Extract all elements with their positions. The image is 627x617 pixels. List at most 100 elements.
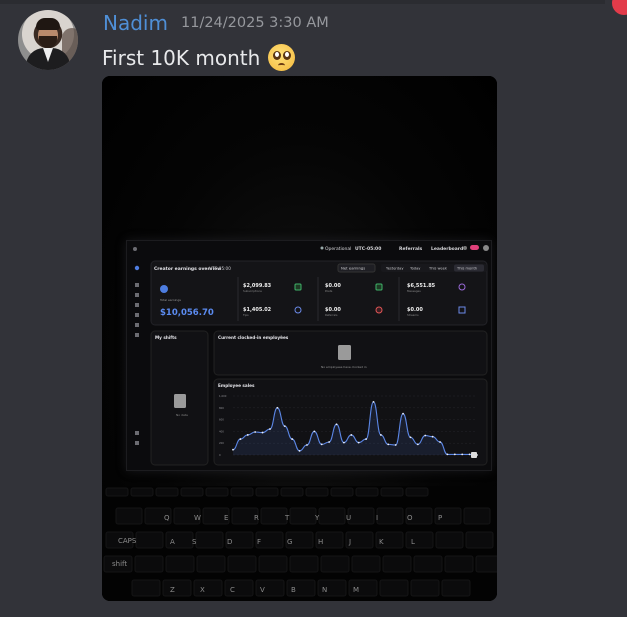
posts-icon: [375, 283, 383, 291]
topbar-status: Operational: [325, 246, 351, 252]
referrals-icon: [375, 306, 383, 314]
keyboard-key: [280, 487, 304, 497]
chart-point: [246, 434, 249, 436]
avatar[interactable]: [18, 10, 78, 70]
sidebar-item-icon: [135, 323, 139, 327]
keyboard-key: [405, 487, 429, 497]
key-h: H: [318, 538, 323, 546]
key-p: P: [438, 514, 442, 522]
chart-point: [446, 453, 449, 456]
keyboard-key: [410, 579, 440, 597]
key-d: D: [227, 538, 232, 546]
chart-point: [379, 434, 382, 436]
chart-point: [394, 444, 397, 446]
range-tab-this-month[interactable]: This month: [456, 267, 477, 271]
sidebar-icons: [133, 247, 140, 445]
avatar-beard: [39, 36, 57, 48]
keyboard-key: [135, 531, 164, 549]
chart-point: [439, 441, 441, 443]
chart-point: [365, 438, 367, 440]
laptop-screen: Operational UTC-05:00 Referrals Leaderbo…: [126, 240, 492, 471]
clocked-in-count: 0: [280, 335, 283, 340]
keyboard-key: [289, 555, 319, 573]
keyboard-key: [305, 487, 329, 497]
chart-point: [298, 449, 301, 452]
chart-point: [453, 453, 456, 456]
keyboard-key: [441, 579, 471, 597]
avatar-hair: [36, 18, 60, 30]
keyboard-key: [330, 487, 354, 497]
key-caps-label: CAPS: [118, 537, 137, 545]
keyboard-key: [347, 507, 375, 525]
key-r: R: [254, 514, 259, 522]
key-c: C: [230, 586, 235, 594]
menu-icon: [133, 247, 137, 251]
range-tab-today[interactable]: Today: [409, 267, 421, 271]
keyboard-key: [155, 487, 179, 497]
keyboard-key: [463, 507, 491, 525]
key-g: G: [287, 538, 292, 546]
key-l: L: [411, 538, 415, 546]
sidebar-item-icon: [135, 313, 139, 317]
keyboard-key: [289, 507, 317, 525]
notification-dot: [612, 0, 627, 15]
key-y: Y: [314, 514, 320, 522]
keyboard-key: [355, 487, 379, 497]
keyboard-key: [258, 555, 288, 573]
profile-icon: [483, 245, 489, 251]
keyboard-key: [475, 555, 497, 573]
keyboard-key: [131, 579, 161, 597]
keyboard-key: [379, 579, 409, 597]
total-earnings-label: Total earnings: [159, 298, 181, 302]
my-shifts-empty: No data: [176, 413, 188, 417]
key-i: I: [376, 514, 378, 522]
topbar-timezone: UTC-05:00: [355, 246, 381, 252]
key-e: E: [224, 514, 228, 522]
stat-messages-label: Messages: [407, 289, 421, 293]
keyboard-key: [227, 555, 257, 573]
key-v: V: [260, 586, 265, 594]
stat-posts-label: Posts: [325, 289, 333, 293]
earnings-timezone: UTC-05:00: [209, 266, 231, 271]
chart-point: [232, 448, 234, 451]
key-z: Z: [170, 586, 175, 594]
key-j: J: [348, 538, 351, 546]
chart-point: [313, 430, 316, 433]
message-content: First 10K month: [102, 44, 295, 71]
status-icon: [320, 246, 324, 250]
keyboard-key: [193, 579, 223, 597]
chart-point: [320, 443, 323, 446]
sidebar-item-icon: [135, 333, 139, 337]
message-username[interactable]: Nadim: [103, 11, 168, 35]
key-q: Q: [164, 514, 170, 522]
chart-point: [276, 406, 279, 409]
chart-point: [306, 444, 308, 446]
range-tab-this-week[interactable]: This week: [428, 267, 448, 271]
laptop-keyboard: CAPS shift A S D F G H J K L Q W E R T Y…: [102, 486, 497, 601]
filter-label: Net earnings: [341, 266, 365, 271]
chart-toggle-icon[interactable]: [471, 452, 477, 458]
chart-point: [261, 431, 264, 434]
key-k: K: [379, 538, 384, 546]
notification-badge: [470, 245, 479, 250]
keyboard-key: [413, 555, 443, 573]
range-tab-yesterday[interactable]: Yesterday: [386, 267, 404, 271]
keyboard-key: [195, 531, 224, 549]
key-x: X: [200, 586, 205, 594]
message-timestamp: 11/24/2025 3:30 AM: [181, 15, 329, 31]
keyboard-key: [435, 531, 464, 549]
chart-point: [372, 401, 375, 403]
key-t: T: [284, 514, 290, 522]
chart-point: [335, 423, 338, 426]
sidebar-item-icon: [135, 431, 139, 435]
image-attachment[interactable]: Operational UTC-05:00 Referrals Leaderbo…: [102, 76, 497, 601]
chart-point: [387, 443, 390, 446]
clocked-in-empty: No employees have clocked in: [321, 365, 367, 369]
chart-point: [461, 453, 464, 456]
keyboard-key: [376, 507, 404, 525]
key-o: O: [407, 514, 413, 522]
keyboard-key: [260, 507, 288, 525]
topbar-leaderboard: Leaderboard: [431, 246, 463, 252]
keyboard-key: [351, 555, 381, 573]
keyboard-key: [196, 555, 226, 573]
